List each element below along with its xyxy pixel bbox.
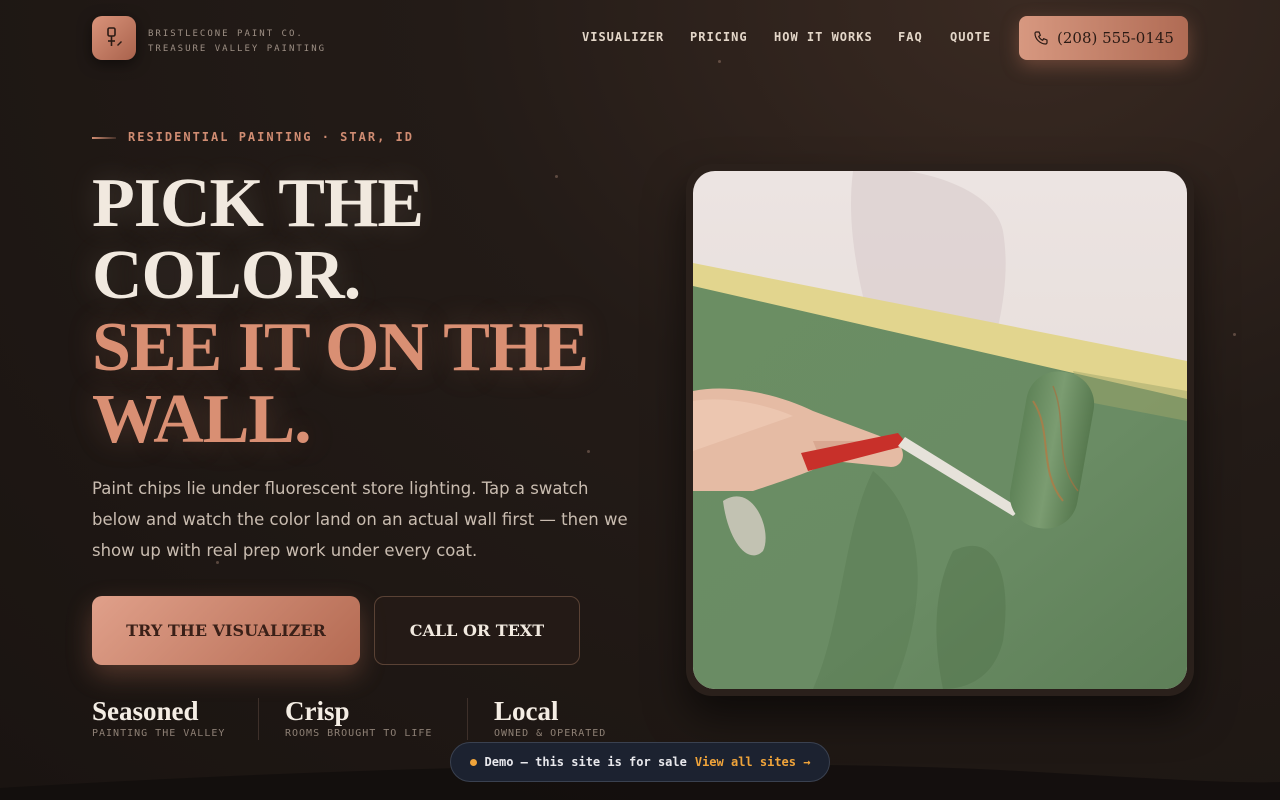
nav-item-quote[interactable]: QUOTE — [950, 30, 991, 44]
headline-line-4: WALL. — [92, 381, 312, 458]
wall-painting-image — [693, 171, 1187, 689]
headline-line-3: SEE IT ON THE — [92, 309, 589, 386]
stat-crisp: Crisp ROOMS BROUGHT TO LIFE — [285, 696, 432, 739]
stat-title: Local — [494, 696, 559, 726]
logo-badge[interactable] — [92, 16, 136, 60]
eyebrow-rule — [92, 137, 116, 139]
nav-item-pricing[interactable]: PRICING — [690, 30, 748, 44]
hero-photo — [693, 171, 1187, 689]
demo-text: Demo — this site is for sale — [484, 755, 687, 769]
decor-speck — [216, 561, 219, 564]
call-or-text-button[interactable]: CALL OR TEXT — [374, 596, 580, 665]
stat-subtitle: OWNED & OPERATED — [494, 728, 607, 739]
status-dot-icon — [469, 758, 477, 766]
brand-line-1: BRISTLECONE PAINT CO. — [148, 29, 304, 39]
stat-divider — [467, 698, 468, 740]
phone-number: (208) 555-0145 — [1057, 29, 1174, 47]
decor-speck — [718, 60, 721, 63]
stat-seasoned: Seasoned PAINTING THE VALLEY — [92, 696, 225, 739]
nav-item-how-it-works[interactable]: HOW IT WORKS — [774, 30, 873, 44]
try-visualizer-button[interactable]: TRY THE VISUALIZER — [92, 596, 360, 665]
nav-item-visualizer[interactable]: VISUALIZER — [582, 30, 664, 44]
view-all-sites-link[interactable]: View all sites → — [695, 755, 811, 769]
headline-line-2: COLOR. — [92, 237, 361, 314]
brand-line-2: TREASURE VALLEY PAINTING — [148, 44, 327, 54]
stat-subtitle: ROOMS BROUGHT TO LIFE — [285, 728, 433, 739]
decor-speck — [555, 175, 558, 178]
brand-name: BRISTLECONE PAINT CO. TREASURE VALLEY PA… — [148, 27, 326, 57]
nav-item-faq[interactable]: FAQ — [898, 30, 923, 44]
stat-divider — [258, 698, 259, 740]
hero-headline: PICK THE COLOR. SEE IT ON THE WALL. — [92, 168, 652, 456]
hero-lead: Paint chips lie under fluorescent store … — [92, 479, 628, 560]
paint-brush-icon — [107, 27, 122, 46]
stat-subtitle: PAINTING THE VALLEY — [92, 728, 226, 739]
stat-title: Crisp — [285, 696, 350, 726]
phone-button[interactable]: (208) 555-0145 — [1019, 16, 1188, 60]
hero-eyebrow: RESIDENTIAL PAINTING · STAR, ID — [128, 130, 414, 144]
headline-line-1: PICK THE — [92, 165, 424, 242]
demo-banner: Demo — this site is for sale View all si… — [450, 742, 830, 782]
decor-speck — [587, 450, 590, 453]
decor-speck — [1233, 333, 1236, 336]
phone-icon — [1034, 31, 1048, 45]
stat-local: Local OWNED & OPERATED — [494, 696, 606, 739]
stat-title: Seasoned — [92, 696, 199, 726]
